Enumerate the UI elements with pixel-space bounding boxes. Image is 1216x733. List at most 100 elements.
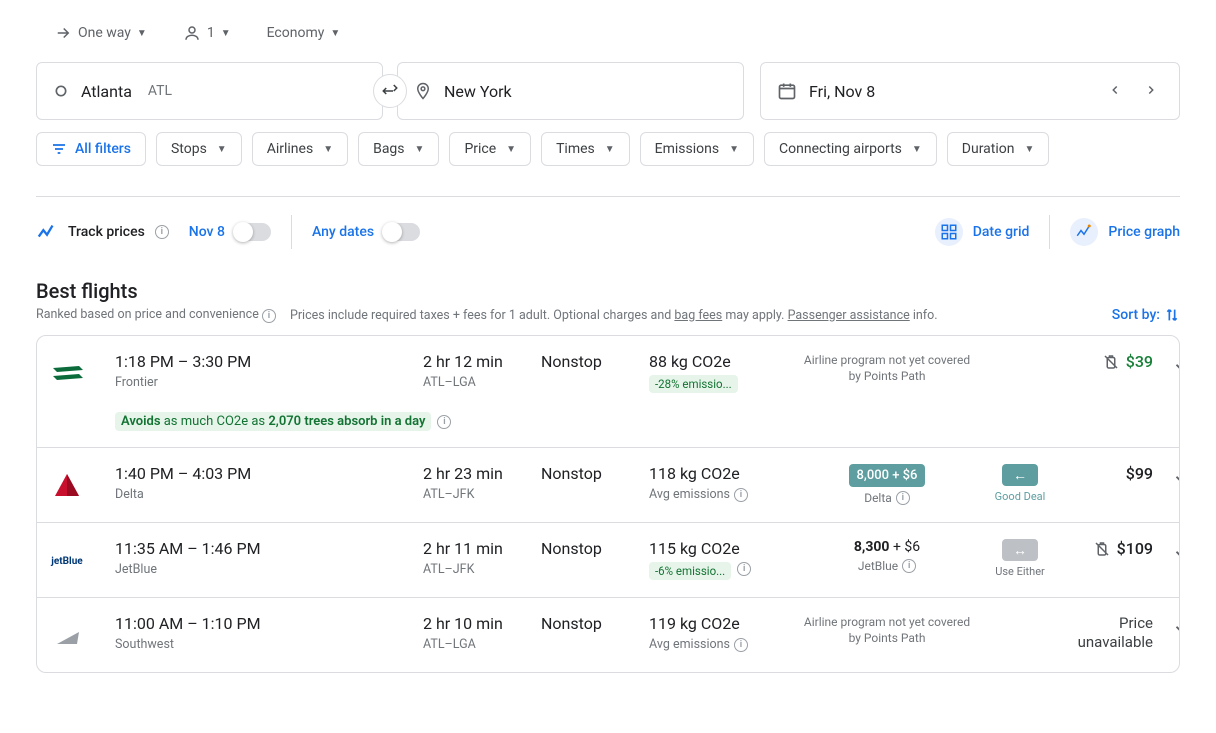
filter-chip-bags[interactable]: Bags▼ bbox=[358, 132, 439, 166]
chevron-right-icon bbox=[1144, 83, 1158, 97]
date-next[interactable] bbox=[1139, 82, 1163, 101]
cabin-selector[interactable]: Economy ▼ bbox=[259, 21, 349, 45]
trend-icon bbox=[36, 221, 58, 243]
flight-times: 1:40 PM – 4:03 PM bbox=[115, 464, 415, 483]
flight-row[interactable]: jetBlue 11:35 AM – 1:46 PM JetBlue 2 hr … bbox=[37, 523, 1179, 598]
filter-chip-airlines[interactable]: Airlines▼ bbox=[252, 132, 348, 166]
track-row: Track prices i Nov 8 Any dates Date grid… bbox=[36, 215, 1180, 249]
flight-stops: Nonstop bbox=[541, 614, 641, 633]
flight-co2: 88 kg CO2e bbox=[649, 352, 789, 371]
deal-label: Use Either bbox=[995, 565, 1045, 578]
eco-badge: Avoids as much CO2e as 2,070 trees absor… bbox=[115, 412, 431, 431]
trip-options: One way ▼ 1 ▼ Economy ▼ bbox=[36, 20, 1180, 46]
expand-button[interactable] bbox=[1161, 614, 1180, 642]
bag-icon bbox=[1093, 540, 1111, 558]
filter-chip-emissions[interactable]: Emissions▼ bbox=[640, 132, 754, 166]
expand-button[interactable] bbox=[1161, 352, 1180, 380]
points-program: Delta bbox=[864, 491, 892, 505]
separator bbox=[291, 215, 292, 249]
flight-stops: Nonstop bbox=[541, 539, 641, 558]
grid-icon bbox=[940, 223, 958, 241]
info-icon[interactable]: i bbox=[734, 488, 748, 502]
swap-button[interactable] bbox=[373, 74, 407, 108]
flight-times: 11:35 AM – 1:46 PM bbox=[115, 539, 415, 558]
flight-route: ATL–JFK bbox=[423, 562, 533, 577]
info-icon[interactable]: i bbox=[262, 309, 276, 323]
date-prev[interactable] bbox=[1103, 82, 1127, 101]
destination-field[interactable]: New York bbox=[397, 62, 744, 120]
points-program-note: Airline program not yet covered by Point… bbox=[797, 614, 977, 646]
info-icon[interactable]: i bbox=[902, 559, 916, 573]
chevron-down-icon: ▼ bbox=[137, 28, 147, 39]
all-filters-label: All filters bbox=[75, 141, 131, 157]
passenger-selector[interactable]: 1 ▼ bbox=[175, 20, 239, 46]
flight-row[interactable]: 1:18 PM – 3:30 PM Frontier 2 hr 12 min A… bbox=[37, 336, 1179, 448]
track-specific-toggle[interactable] bbox=[235, 223, 271, 241]
chevron-down-icon: ▼ bbox=[729, 144, 739, 155]
chevron-down-icon bbox=[1172, 620, 1180, 638]
price-graph-button[interactable]: Price graph bbox=[1070, 218, 1180, 246]
co2-avg: Avg emissionsi bbox=[649, 487, 789, 502]
filter-chip-price[interactable]: Price▼ bbox=[449, 132, 531, 166]
chevron-down-icon: ▼ bbox=[330, 28, 340, 39]
flight-duration: 2 hr 10 min bbox=[423, 614, 533, 633]
bag-fees-link[interactable]: bag fees bbox=[674, 308, 722, 323]
co2-badge: -6% emissio... bbox=[649, 562, 731, 580]
expand-button[interactable] bbox=[1161, 464, 1180, 492]
bag-icon bbox=[1102, 353, 1120, 371]
info-icon[interactable]: i bbox=[437, 415, 451, 429]
flight-times: 11:00 AM – 1:10 PM bbox=[115, 614, 415, 633]
all-filters-button[interactable]: All filters bbox=[36, 132, 146, 166]
trip-type-selector[interactable]: One way ▼ bbox=[46, 20, 155, 46]
assistance-link[interactable]: Passenger assistance bbox=[788, 308, 910, 323]
filter-chip-connecting[interactable]: Connecting airports▼ bbox=[764, 132, 937, 166]
passenger-count: 1 bbox=[207, 25, 215, 41]
info-icon[interactable]: i bbox=[155, 225, 169, 239]
filter-chip-times[interactable]: Times▼ bbox=[541, 132, 630, 166]
filter-chip-stops[interactable]: Stops▼ bbox=[156, 132, 242, 166]
flight-co2: 119 kg CO2e bbox=[649, 614, 789, 633]
destination-city: New York bbox=[444, 82, 512, 101]
info-icon[interactable]: i bbox=[737, 562, 751, 576]
info-icon[interactable]: i bbox=[734, 638, 748, 652]
flight-co2: 115 kg CO2e bbox=[649, 539, 789, 558]
airline-logo bbox=[47, 354, 87, 394]
filters-row: All filters Stops▼ Airlines▼ Bags▼ Price… bbox=[36, 132, 1180, 166]
airline-logo bbox=[47, 466, 87, 506]
date-value: Fri, Nov 8 bbox=[809, 82, 875, 101]
flight-list: 1:18 PM – 3:30 PM Frontier 2 hr 12 min A… bbox=[36, 335, 1180, 673]
swap-icon bbox=[381, 82, 399, 100]
airline-logo: jetBlue bbox=[47, 541, 87, 581]
points-program-note: Airline program not yet covered by Point… bbox=[797, 352, 977, 384]
deal-indicator-icon: ↔ bbox=[1002, 539, 1038, 561]
sort-by-button[interactable]: Sort by: bbox=[1112, 307, 1180, 323]
flight-stops: Nonstop bbox=[541, 352, 641, 371]
flight-row[interactable]: 11:00 AM – 1:10 PM Southwest 2 hr 10 min… bbox=[37, 598, 1179, 672]
info-icon[interactable]: i bbox=[896, 491, 910, 505]
points-program: JetBlue bbox=[858, 559, 898, 573]
flight-times: 1:18 PM – 3:30 PM bbox=[115, 352, 415, 371]
flight-row[interactable]: 1:40 PM – 4:03 PM Delta 2 hr 23 min ATL–… bbox=[37, 448, 1179, 523]
chevron-down-icon: ▼ bbox=[912, 144, 922, 155]
date-grid-button[interactable]: Date grid bbox=[935, 218, 1030, 246]
expand-button[interactable] bbox=[1161, 539, 1180, 567]
separator bbox=[1049, 215, 1050, 249]
origin-field[interactable]: Atlanta ATL bbox=[36, 62, 383, 120]
chevron-down-icon: ▼ bbox=[217, 144, 227, 155]
co2-avg: Avg emissionsi bbox=[649, 637, 789, 652]
track-prices-label: Track prices bbox=[68, 224, 145, 240]
date-field[interactable]: Fri, Nov 8 bbox=[760, 62, 1180, 120]
chevron-left-icon bbox=[1108, 83, 1122, 97]
flight-duration: 2 hr 23 min bbox=[423, 464, 533, 483]
airline-name: Southwest bbox=[115, 637, 415, 652]
track-any-toggle[interactable] bbox=[384, 223, 420, 241]
chevron-down-icon: ▼ bbox=[506, 144, 516, 155]
chevron-down-icon bbox=[1172, 545, 1180, 563]
filter-chip-duration[interactable]: Duration▼ bbox=[947, 132, 1050, 166]
cabin-label: Economy bbox=[267, 25, 325, 41]
track-specific-date[interactable]: Nov 8 bbox=[189, 224, 225, 240]
track-any-dates[interactable]: Any dates bbox=[312, 224, 374, 240]
search-row: Atlanta ATL New York Fri, Nov 8 bbox=[36, 62, 1180, 120]
section-title: Best flights bbox=[36, 279, 1180, 303]
section-subtitle: Ranked based on price and convenience i … bbox=[36, 307, 1180, 323]
